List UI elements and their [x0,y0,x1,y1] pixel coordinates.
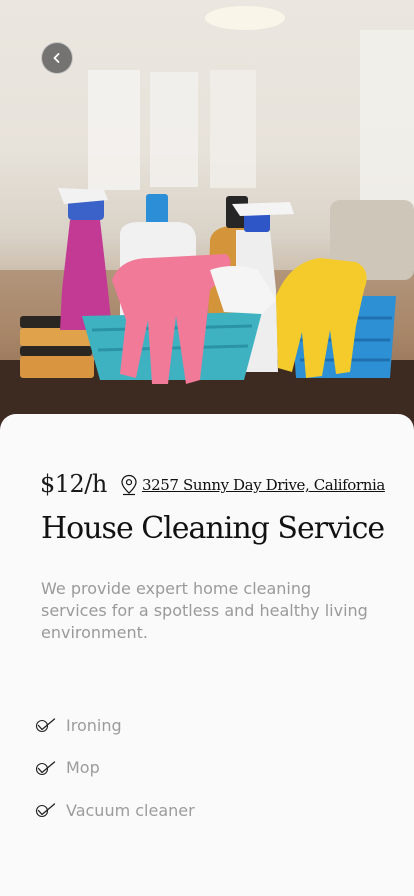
chevron-left-icon [53,53,60,63]
feature-item-vacuum-cleaner: Vacuum cleaner [34,789,374,832]
hero-image [0,0,414,430]
price-label: $12/h [40,470,107,498]
check-icon [35,718,56,733]
feature-item-mop: Mop [34,747,374,790]
feature-item-ironing: Ironing [34,704,374,747]
location-link[interactable]: 3257 Sunny Day Drive, California [120,474,385,496]
feature-label: Vacuum cleaner [66,800,195,820]
features-list: Ironing Mop Vacuum cleaner [34,704,374,832]
check-icon [35,803,56,818]
feature-label: Mop [66,758,100,778]
feature-label: Ironing [66,715,122,735]
service-description: We provide expert home cleaning services… [41,579,368,642]
back-button[interactable] [41,42,73,74]
map-pin-icon [121,474,137,496]
service-title: House Cleaning Service [41,511,385,546]
check-icon [35,761,56,775]
address-text[interactable]: 3257 Sunny Day Drive, California [142,476,385,494]
